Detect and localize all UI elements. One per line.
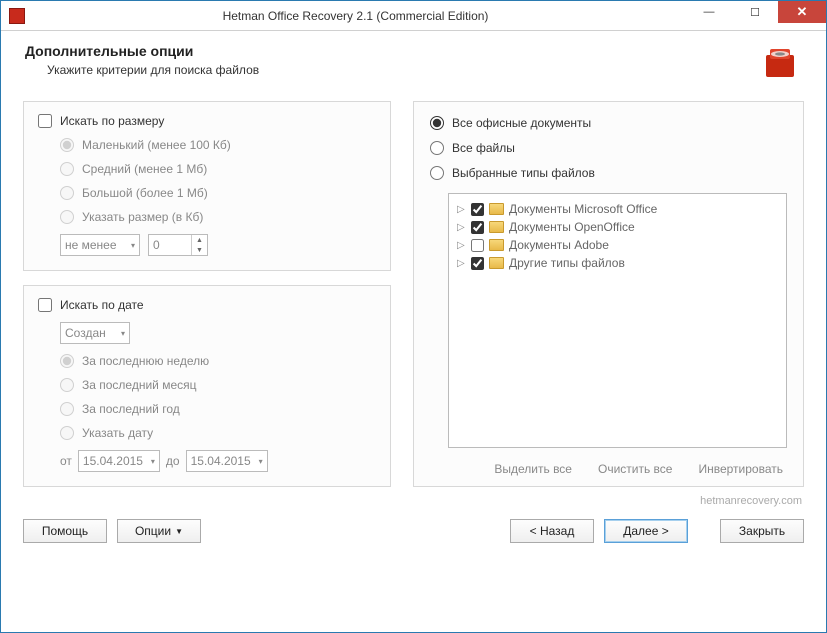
close-wizard-button[interactable]: Закрыть xyxy=(720,519,804,543)
date-checkbox[interactable] xyxy=(38,298,52,312)
tree-actions: Выделить все Очистить все Инвертировать xyxy=(430,456,787,476)
radio-all-files[interactable]: Все файлы xyxy=(430,141,787,155)
radio-selected-types[interactable]: Выбранные типы файлов xyxy=(430,166,787,180)
date-from-input[interactable]: 15.04.2015 ▾ xyxy=(78,450,160,472)
app-icon xyxy=(9,8,25,24)
title-bar: Hetman Office Recovery 2.1 (Commercial E… xyxy=(1,1,826,31)
clear-all-link[interactable]: Очистить все xyxy=(598,462,672,476)
date-radio-custom[interactable]: Указать дату xyxy=(60,426,376,440)
invert-link[interactable]: Инвертировать xyxy=(698,462,783,476)
radio-custom-size[interactable] xyxy=(60,210,74,224)
expand-icon[interactable]: ▷ xyxy=(457,222,466,233)
size-fieldset: Искать по размеру Маленький (менее 100 К… xyxy=(23,101,391,271)
tree-checkbox[interactable] xyxy=(471,239,484,252)
tree-item-label: Документы OpenOffice xyxy=(509,220,635,234)
date-radio-month[interactable]: За последний месяц xyxy=(60,378,376,392)
date-to-label: до xyxy=(166,454,180,468)
date-radio-year[interactable]: За последний год xyxy=(60,402,376,416)
date-to-input[interactable]: 15.04.2015 ▾ xyxy=(186,450,268,472)
tree-item[interactable]: ▷ Другие типы файлов xyxy=(457,254,778,272)
tree-item-label: Документы Microsoft Office xyxy=(509,202,657,216)
size-condition-select[interactable]: не менее ▾ xyxy=(60,234,140,256)
radio-all-office[interactable]: Все офисные документы xyxy=(430,116,787,130)
footer-bar: Помощь Опции▼ < Назад Далее > Закрыть xyxy=(1,507,826,559)
folder-icon xyxy=(489,257,504,269)
size-value-input[interactable]: 0 ▲▼ xyxy=(148,234,208,256)
spin-down-icon[interactable]: ▼ xyxy=(191,245,207,255)
expand-icon[interactable]: ▷ xyxy=(457,258,466,269)
options-button[interactable]: Опции▼ xyxy=(117,519,201,543)
content-area: Искать по размеру Маленький (менее 100 К… xyxy=(1,97,826,487)
date-checkbox-row[interactable]: Искать по дате xyxy=(38,298,376,312)
tree-item[interactable]: ▷ Документы Microsoft Office xyxy=(457,200,778,218)
radio-month[interactable] xyxy=(60,378,74,392)
next-button[interactable]: Далее > xyxy=(604,519,688,543)
tree-checkbox[interactable] xyxy=(471,257,484,270)
window-controls: — ☐ ✕ xyxy=(686,1,826,30)
chevron-down-icon: ▼ xyxy=(175,527,183,536)
radio-selected-types-input[interactable] xyxy=(430,166,444,180)
tree-checkbox[interactable] xyxy=(471,203,484,216)
radio-year[interactable] xyxy=(60,402,74,416)
filetypes-tree[interactable]: ▷ Документы Microsoft Office ▷ Документы… xyxy=(448,193,787,448)
size-radio-small[interactable]: Маленький (менее 100 Кб) xyxy=(60,138,376,152)
radio-large[interactable] xyxy=(60,186,74,200)
left-column: Искать по размеру Маленький (менее 100 К… xyxy=(23,101,391,487)
size-checkbox-label: Искать по размеру xyxy=(60,114,164,128)
close-button[interactable]: ✕ xyxy=(778,1,826,23)
back-button[interactable]: < Назад xyxy=(510,519,594,543)
page-subtitle: Укажите критерии для поиска файлов xyxy=(47,63,762,77)
expand-icon[interactable]: ▷ xyxy=(457,240,466,251)
tree-item-label: Документы Adobe xyxy=(509,238,609,252)
radio-all-files-input[interactable] xyxy=(430,141,444,155)
page-title: Дополнительные опции xyxy=(25,43,762,59)
brand-link[interactable]: hetmanrecovery.com xyxy=(1,487,826,507)
size-checkbox[interactable] xyxy=(38,114,52,128)
date-radio-week[interactable]: За последнюю неделю xyxy=(60,354,376,368)
radio-all-office-input[interactable] xyxy=(430,116,444,130)
date-mode-select[interactable]: Создан ▾ xyxy=(60,322,130,344)
date-from-label: от xyxy=(60,454,72,468)
radio-medium[interactable] xyxy=(60,162,74,176)
select-all-link[interactable]: Выделить все xyxy=(494,462,572,476)
folder-icon xyxy=(489,221,504,233)
date-checkbox-label: Искать по дате xyxy=(60,298,144,312)
tree-item[interactable]: ▷ Документы Adobe xyxy=(457,236,778,254)
page-header: Дополнительные опции Укажите критерии дл… xyxy=(1,31,826,97)
folder-icon xyxy=(489,239,504,251)
right-column: Все офисные документы Все файлы Выбранны… xyxy=(413,101,804,487)
maximize-button[interactable]: ☐ xyxy=(732,1,778,23)
size-radio-medium[interactable]: Средний (менее 1 Мб) xyxy=(60,162,376,176)
radio-custom-date[interactable] xyxy=(60,426,74,440)
size-radio-custom[interactable]: Указать размер (в Кб) xyxy=(60,210,376,224)
spin-up-icon[interactable]: ▲ xyxy=(191,235,207,245)
help-button[interactable]: Помощь xyxy=(23,519,107,543)
window-title: Hetman Office Recovery 2.1 (Commercial E… xyxy=(25,9,686,23)
expand-icon[interactable]: ▷ xyxy=(457,204,466,215)
tree-checkbox[interactable] xyxy=(471,221,484,234)
chevron-down-icon: ▾ xyxy=(151,457,155,466)
tree-item[interactable]: ▷ Документы OpenOffice xyxy=(457,218,778,236)
size-radio-large[interactable]: Большой (более 1 Мб) xyxy=(60,186,376,200)
chevron-down-icon: ▾ xyxy=(259,457,263,466)
header-icon xyxy=(762,43,802,83)
tree-item-label: Другие типы файлов xyxy=(509,256,625,270)
chevron-down-icon: ▾ xyxy=(121,329,125,338)
radio-week[interactable] xyxy=(60,354,74,368)
folder-icon xyxy=(489,203,504,215)
chevron-down-icon: ▾ xyxy=(131,241,135,250)
radio-small[interactable] xyxy=(60,138,74,152)
size-checkbox-row[interactable]: Искать по размеру xyxy=(38,114,376,128)
minimize-button[interactable]: — xyxy=(686,1,732,23)
date-fieldset: Искать по дате Создан ▾ За последнюю нед… xyxy=(23,285,391,487)
filetypes-fieldset: Все офисные документы Все файлы Выбранны… xyxy=(413,101,804,487)
